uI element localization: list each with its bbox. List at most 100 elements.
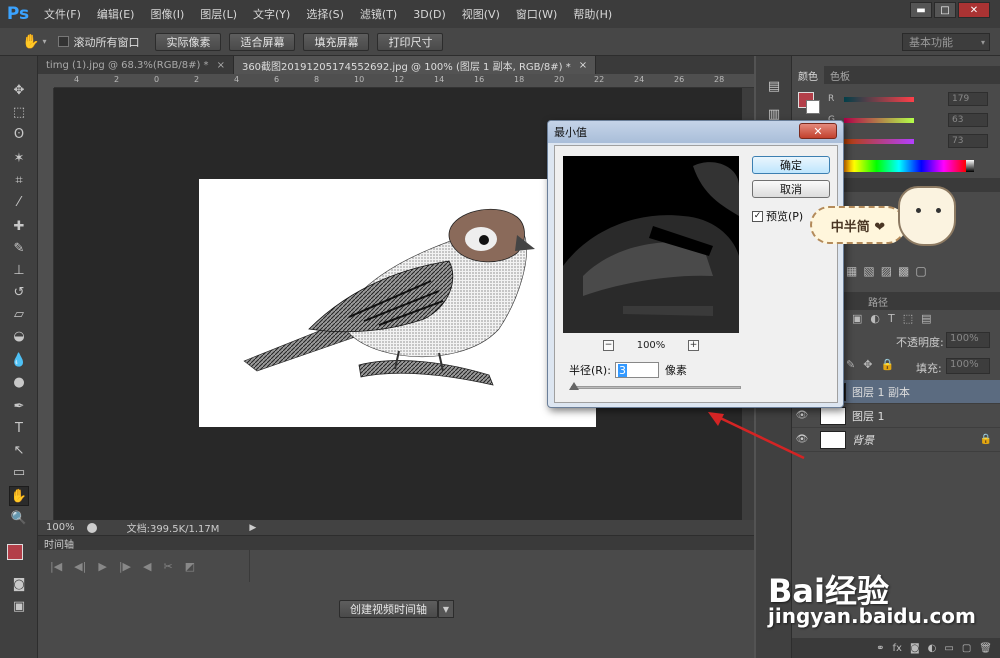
type-filter-icon[interactable]: T (888, 312, 895, 325)
lock-position-icon[interactable]: ✥ (863, 358, 872, 371)
lock-all-icon[interactable]: 🔒 (880, 358, 894, 371)
close-window-button[interactable]: ✕ (958, 2, 990, 18)
hand-tool-icon[interactable]: ✋ (22, 34, 39, 50)
menu-type[interactable]: 文字(Y) (245, 6, 298, 22)
path-select-icon[interactable]: ↖ (9, 440, 29, 460)
zoom-out-button[interactable]: − (603, 339, 614, 351)
fill-screen-button[interactable]: 填充屏幕 (303, 32, 370, 51)
menu-filter[interactable]: 滤镜(T) (352, 6, 405, 22)
preview-checkbox-row[interactable]: ✓ 预览(P) (752, 208, 803, 224)
invert-icon[interactable]: ▩ (898, 264, 909, 278)
create-video-timeline-button[interactable]: 创建视频时间轴 (339, 600, 438, 618)
dodge-tool-icon[interactable]: ● (9, 372, 29, 392)
group-icon[interactable]: ▭ (944, 643, 953, 654)
shape-tool-icon[interactable]: ▭ (9, 462, 29, 482)
menu-window[interactable]: 窗口(W) (508, 6, 565, 22)
screen-mode-icon[interactable]: ▣ (9, 596, 29, 616)
play-icon[interactable]: ▶ (98, 560, 106, 573)
magic-wand-icon[interactable]: ✶ (9, 148, 29, 168)
threshold-icon[interactable]: ▢ (915, 264, 926, 278)
menu-view[interactable]: 视图(V) (454, 6, 508, 22)
workspace-select[interactable]: 基本功能 ▾ (902, 33, 990, 51)
red-value[interactable]: 179 (948, 92, 988, 106)
menu-select[interactable]: 选择(S) (298, 6, 352, 22)
new-layer-icon[interactable]: ▢ (962, 643, 971, 654)
cancel-button[interactable]: 取消 (752, 180, 830, 198)
lasso-tool-icon[interactable]: ʘ (9, 124, 29, 144)
blue-gradient[interactable] (844, 138, 914, 144)
tab-color[interactable]: 颜色 (792, 66, 824, 84)
quick-mask-icon[interactable]: ◙ (9, 574, 29, 594)
tab-timg[interactable]: timg (1).jpg @ 68.3%(RGB/8#) * × (38, 56, 234, 74)
opacity-input[interactable]: 100% (946, 332, 990, 348)
healing-brush-icon[interactable]: ✚ (9, 216, 29, 236)
smart-filter-icon[interactable]: ▤ (921, 312, 931, 325)
marquee-tool-icon[interactable]: ⬚ (9, 102, 29, 122)
radius-input[interactable]: 3 (614, 362, 659, 378)
menu-edit[interactable]: 编辑(E) (89, 6, 143, 22)
blur-tool-icon[interactable]: 💧 (9, 350, 29, 370)
layer-row[interactable]: 👁 背景 🔒 (792, 428, 1000, 452)
clone-stamp-icon[interactable]: ⊥ (9, 260, 29, 280)
chevron-down-icon[interactable]: ▼ (438, 600, 454, 618)
fit-screen-button[interactable]: 适合屏幕 (229, 32, 296, 51)
blue-value[interactable]: 73 (948, 134, 988, 148)
crop-tool-icon[interactable]: ⌗ (9, 170, 29, 190)
history-brush-icon[interactable]: ↺ (9, 282, 29, 302)
vibrance-icon[interactable]: ▨ (881, 264, 892, 278)
menu-help[interactable]: 帮助(H) (565, 6, 620, 22)
adjust-filter-icon[interactable]: ◐ (870, 312, 880, 325)
mask-icon[interactable]: ◙ (910, 643, 920, 654)
minimize-button[interactable]: ▬ (910, 2, 932, 18)
paint-bucket-icon[interactable]: ◒ (9, 326, 29, 346)
menu-layer[interactable]: 图层(L) (192, 6, 245, 22)
brush-tool-icon[interactable]: ✎ (9, 238, 29, 258)
radius-slider-thumb[interactable] (569, 382, 579, 390)
ok-button[interactable]: 确定 (752, 156, 830, 174)
lock-pixels-icon[interactable]: ✎ (846, 358, 855, 371)
close-icon[interactable]: × (217, 60, 225, 71)
audio-icon[interactable]: ◀ (143, 560, 151, 573)
menu-file[interactable]: 文件(F) (36, 6, 89, 22)
preview-checkbox[interactable]: ✓ (752, 210, 763, 222)
pen-tool-icon[interactable]: ✒ (9, 396, 29, 416)
close-icon[interactable]: × (579, 60, 587, 71)
zoom-in-button[interactable]: + (688, 339, 699, 351)
transition-icon[interactable]: ◩ (185, 560, 195, 573)
fill-input[interactable]: 100% (946, 358, 990, 374)
eraser-icon[interactable]: ▱ (9, 304, 29, 324)
green-gradient[interactable] (844, 117, 914, 123)
foreground-color-swatch[interactable] (7, 544, 23, 560)
restore-button[interactable]: □ (934, 2, 956, 18)
fx-icon[interactable]: fx (893, 643, 902, 654)
dialog-close-button[interactable]: ✕ (799, 123, 837, 139)
next-frame-icon[interactable]: |▶ (119, 560, 131, 573)
adjustment-layer-icon[interactable]: ◐ (928, 643, 937, 654)
prev-frame-icon[interactable]: ◀| (74, 560, 86, 573)
zoom-tool-icon[interactable]: 🔍 (9, 508, 29, 528)
color-spectrum[interactable] (832, 160, 966, 172)
type-tool-icon[interactable]: T (9, 418, 29, 438)
tab-screenshot[interactable]: 360截图20191205174552692.jpg @ 100% (图层 1 … (233, 56, 597, 74)
status-info-icon[interactable] (86, 522, 97, 533)
print-size-button[interactable]: 打印尺寸 (377, 32, 444, 51)
red-gradient[interactable] (844, 96, 914, 102)
curves-icon[interactable]: ▧ (863, 264, 874, 278)
history-panel-icon[interactable]: ▤ (764, 76, 784, 96)
filter-preview[interactable] (563, 156, 739, 333)
move-tool-icon[interactable]: ✥ (9, 80, 29, 100)
first-frame-icon[interactable]: |◀ (50, 560, 62, 573)
tab-swatches[interactable]: 色板 (824, 66, 856, 84)
shape-filter-icon[interactable]: ⬚ (903, 312, 913, 325)
radius-slider-track[interactable] (571, 386, 741, 389)
document-image[interactable] (199, 179, 596, 427)
tab-paths[interactable]: 路径 (862, 292, 894, 310)
red-slider[interactable]: R 179 (828, 92, 998, 106)
actual-pixels-button[interactable]: 实际像素 (155, 32, 222, 51)
trash-icon[interactable]: 🗑 (979, 643, 992, 654)
tool-preset-arrow-icon[interactable]: ▾ (42, 37, 46, 46)
blue-slider[interactable]: B 73 (828, 134, 998, 148)
black-white-ramp[interactable] (966, 160, 974, 172)
hand-tool-button-icon[interactable]: ✋ (9, 486, 29, 506)
zoom-level[interactable]: 100% (46, 522, 75, 533)
